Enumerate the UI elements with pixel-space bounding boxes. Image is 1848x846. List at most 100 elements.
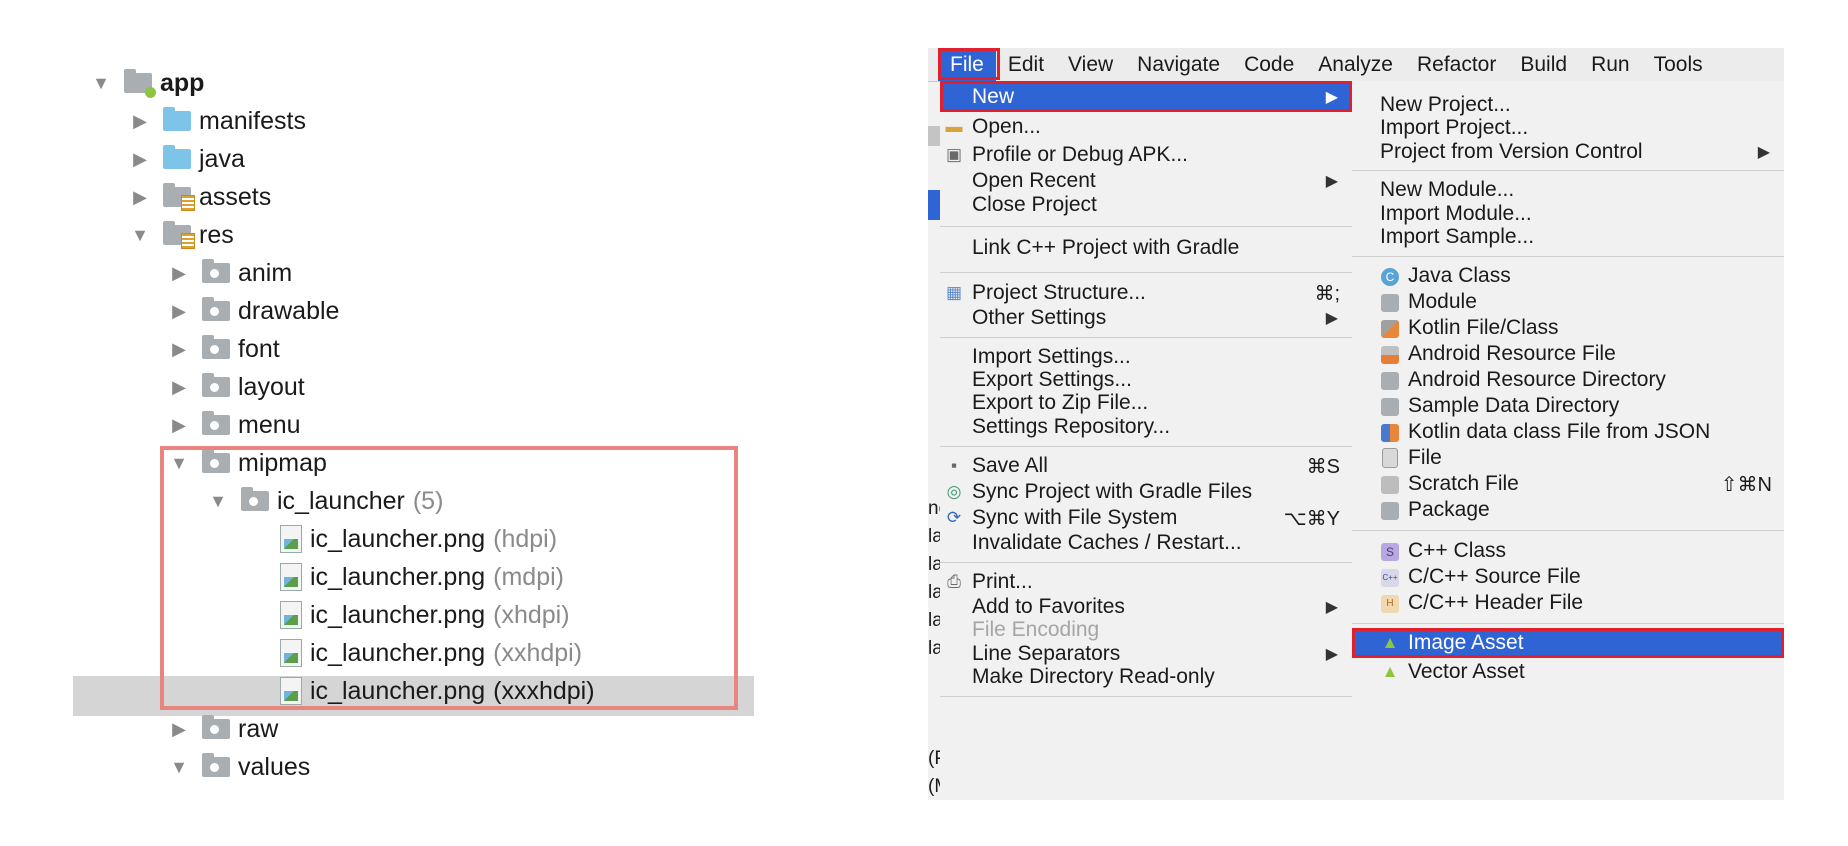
menu-item-cpp-source[interactable]: C++ C/C++ Source File — [1352, 563, 1784, 591]
submenu-arrow-icon: ▶ — [1325, 173, 1338, 190]
menu-item-package[interactable]: Package — [1352, 496, 1784, 524]
submenu-arrow-icon: ▶ — [1325, 599, 1338, 616]
menu-item-invalidate-caches[interactable]: Invalidate Caches / Restart... — [940, 529, 1352, 557]
menu-item-print[interactable]: ⎙ Print... — [940, 568, 1352, 596]
tree-label: drawable — [238, 296, 340, 325]
project-tree: ▼ app ▶ manifests ▶ java ▶ assets ▼ res … — [0, 0, 760, 846]
menu-item-close-project[interactable]: Close Project — [940, 191, 1352, 219]
menu-item-sample-data-directory[interactable]: Sample Data Directory — [1352, 392, 1784, 420]
tree-label: font — [238, 334, 280, 363]
java-class-icon: C — [1378, 266, 1402, 286]
expand-arrow-icon[interactable]: ▶ — [166, 301, 192, 322]
new-item-outline — [940, 81, 1352, 112]
tree-row-values[interactable]: ▼ values — [166, 748, 310, 786]
menu-item-other-settings[interactable]: Other Settings ▶ — [940, 304, 1352, 332]
collapse-arrow-icon[interactable]: ▼ — [166, 757, 192, 778]
menu-item-vector-asset[interactable]: ▲ Vector Asset — [1352, 658, 1784, 686]
tree-row-drawable[interactable]: ▶ drawable — [166, 292, 339, 330]
shortcut-label: ⌥⌘Y — [1283, 507, 1340, 530]
menu-item-make-readonly[interactable]: Make Directory Read-only — [940, 663, 1352, 691]
tree-label: java — [199, 144, 245, 173]
tree-label: raw — [238, 714, 279, 743]
expand-arrow-icon[interactable]: ▶ — [127, 111, 153, 132]
editor-text-fragment: la — [928, 582, 940, 603]
tree-label: values — [238, 752, 311, 781]
submenu-arrow-icon: ▶ — [1757, 144, 1770, 161]
tree-label: manifests — [199, 106, 306, 135]
tree-row-raw[interactable]: ▶ raw — [166, 710, 278, 748]
android-resource-file-icon — [1378, 344, 1402, 364]
editor-text-fragment: la — [928, 638, 940, 659]
menu-item-link-cpp[interactable]: Link C++ Project with Gradle — [940, 234, 1352, 262]
tree-row-layout[interactable]: ▶ layout — [166, 368, 305, 406]
menu-item-open[interactable]: ▬ Open... — [940, 113, 1352, 141]
kotlin-file-icon — [1378, 318, 1402, 338]
menu-view[interactable]: View — [1056, 48, 1125, 81]
menu-item-save-all[interactable]: ▪ Save All ⌘S — [940, 452, 1352, 480]
expand-arrow-icon[interactable]: ▶ — [166, 719, 192, 740]
menu-item-module[interactable]: Module — [1352, 288, 1784, 316]
collapse-arrow-icon[interactable]: ▼ — [88, 73, 114, 94]
tree-row-assets[interactable]: ▶ assets — [127, 178, 271, 216]
menu-item-android-resource-directory[interactable]: Android Resource Directory — [1352, 366, 1784, 394]
file-menu-outline — [938, 48, 1000, 80]
ide-menu-area: File Edit View Navigate Code Analyze Ref… — [928, 48, 1784, 800]
shortcut-label: ⌘; — [1314, 282, 1340, 305]
folder-icon — [1378, 370, 1402, 390]
tree-row-java[interactable]: ▶ java — [127, 140, 245, 178]
folder-icon — [163, 107, 191, 131]
expand-arrow-icon[interactable]: ▶ — [166, 339, 192, 360]
tree-row-app[interactable]: ▼ app — [88, 64, 204, 102]
expand-arrow-icon[interactable]: ▶ — [166, 415, 192, 436]
menu-separator — [1352, 623, 1784, 624]
cpp-source-icon: C++ — [1378, 567, 1402, 587]
menu-refactor[interactable]: Refactor — [1405, 48, 1508, 81]
tree-row-res[interactable]: ▼ res — [127, 216, 234, 254]
menu-tools[interactable]: Tools — [1642, 48, 1715, 81]
menu-navigate[interactable]: Navigate — [1125, 48, 1232, 81]
menu-item-project-structure[interactable]: ▦ Project Structure... ⌘; — [940, 279, 1352, 307]
folder-icon — [202, 411, 230, 435]
menu-item-sync-gradle[interactable]: ◎ Sync Project with Gradle Files — [940, 478, 1352, 506]
menu-build[interactable]: Build — [1508, 48, 1579, 81]
menu-item-cpp-class[interactable]: S C++ Class — [1352, 537, 1784, 565]
menu-item-android-resource-file[interactable]: Android Resource File — [1352, 340, 1784, 368]
tree-row-menu[interactable]: ▶ menu — [166, 406, 301, 444]
folder-icon — [202, 715, 230, 739]
menu-item-sync-file-system[interactable]: ⟳ Sync with File System ⌥⌘Y — [940, 504, 1352, 532]
menu-item-import-sample[interactable]: Import Sample... — [1352, 223, 1784, 251]
cpp-class-icon: S — [1378, 541, 1402, 561]
tree-label: assets — [199, 182, 272, 211]
menu-edit[interactable]: Edit — [996, 48, 1056, 81]
tree-row-font[interactable]: ▶ font — [166, 330, 280, 368]
menu-item-java-class[interactable]: C Java Class — [1352, 262, 1784, 290]
tree-label: anim — [238, 258, 293, 287]
menu-run[interactable]: Run — [1579, 48, 1642, 81]
editor-fragment — [928, 190, 940, 220]
expand-arrow-icon[interactable]: ▶ — [127, 187, 153, 208]
tree-row-anim[interactable]: ▶ anim — [166, 254, 292, 292]
shortcut-label: ⌘S — [1306, 455, 1340, 478]
folder-icon — [202, 335, 230, 359]
expand-arrow-icon[interactable]: ▶ — [127, 149, 153, 170]
menu-item-settings-repository[interactable]: Settings Repository... — [940, 413, 1352, 441]
shortcut-label: ⇧⌘N — [1720, 473, 1772, 496]
tree-row-manifests[interactable]: ▶ manifests — [127, 102, 306, 140]
menu-item-project-from-vcs[interactable]: Project from Version Control ▶ — [1352, 138, 1784, 166]
menu-analyze[interactable]: Analyze — [1306, 48, 1405, 81]
expand-arrow-icon[interactable]: ▶ — [166, 263, 192, 284]
menu-code[interactable]: Code — [1232, 48, 1306, 81]
folder-icon — [202, 373, 230, 397]
menu-item-file[interactable]: File — [1352, 444, 1784, 472]
collapse-arrow-icon[interactable]: ▼ — [127, 225, 153, 246]
menu-item-kotlin-file[interactable]: Kotlin File/Class — [1352, 314, 1784, 342]
menu-separator — [1352, 170, 1784, 171]
menu-item-kotlin-from-json[interactable]: Kotlin data class File from JSON — [1352, 418, 1784, 446]
app-module-icon — [124, 69, 156, 98]
menu-item-cpp-header[interactable]: H C/C++ Header File — [1352, 589, 1784, 617]
menu-item-profile-apk[interactable]: ▣ Profile or Debug APK... — [940, 141, 1352, 169]
menu-item-scratch-file[interactable]: Scratch File ⇧⌘N — [1352, 470, 1784, 498]
expand-arrow-icon[interactable]: ▶ — [166, 377, 192, 398]
tree-label: menu — [238, 410, 301, 439]
save-icon: ▪ — [950, 456, 958, 475]
